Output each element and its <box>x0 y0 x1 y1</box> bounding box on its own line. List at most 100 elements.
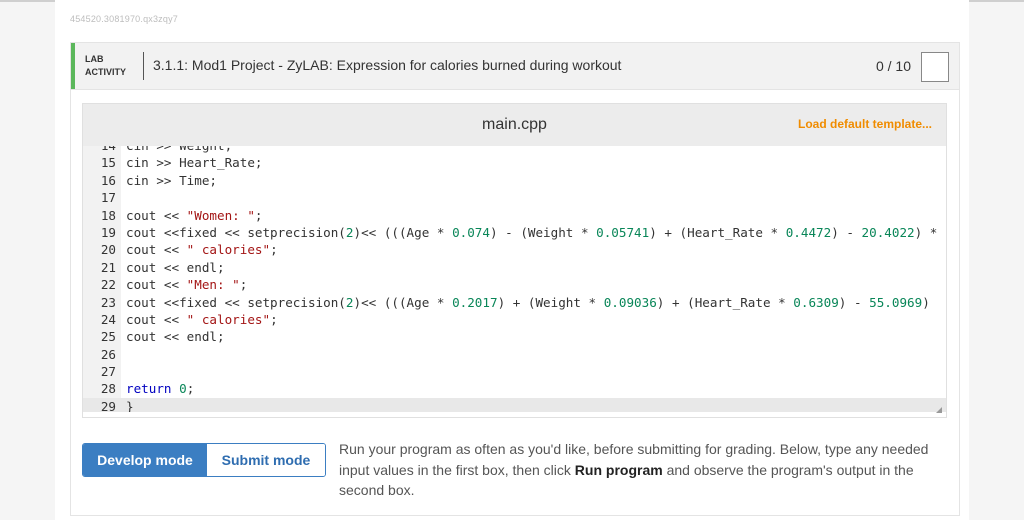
lab-header-divider <box>143 52 144 80</box>
page-content: 454520.3081970.qx3zqy7 LAB ACTIVITY 3.1.… <box>55 0 969 520</box>
code-token: " calories" <box>186 242 271 258</box>
mode-toggle: Develop mode Submit mode <box>82 443 326 477</box>
code-token: cout <<fixed << setprecision( <box>126 224 346 240</box>
editor-header: main.cpp Load default template... <box>83 104 946 146</box>
lab-tag-line2: ACTIVITY <box>85 67 127 77</box>
code-text: cin >> Time; <box>126 173 217 188</box>
line-number: 27 <box>100 364 116 380</box>
code-token: ) - <box>831 224 862 240</box>
code-line[interactable]: 15 cin >> Heart_Rate; <box>83 154 946 171</box>
line-number: 21 <box>100 259 116 275</box>
code-token: ) - (Weight * <box>489 224 597 240</box>
code-line[interactable]: 19 cout <<fixed << setprecision(2)<< (((A… <box>83 224 946 241</box>
code-token: 0 <box>179 381 187 397</box>
code-line[interactable]: 23 cout <<fixed << setprecision(2)<< (((A… <box>83 294 946 311</box>
line-number: 18 <box>100 207 116 223</box>
code-token: ; <box>270 242 278 258</box>
code-token: cout << endl; <box>126 329 225 345</box>
code-token: ) + (Heart_Rate * <box>656 294 794 310</box>
line-number: 28 <box>100 381 116 397</box>
code-token: 0.09036 <box>603 294 657 310</box>
hash-id: 454520.3081970.qx3zqy7 <box>70 14 178 24</box>
code-token: " calories" <box>186 311 271 327</box>
code-token: 20.4022 <box>861 224 915 240</box>
code-line[interactable]: 24 cout << " calories"; <box>83 311 946 328</box>
load-default-template-link[interactable]: Load default template... <box>798 117 932 131</box>
code-line[interactable]: 29} <box>83 397 946 412</box>
submit-mode-button[interactable]: Submit mode <box>207 444 325 476</box>
code-line[interactable]: 22 cout << "Men: "; <box>83 276 946 293</box>
code-token: ) * <box>914 224 938 240</box>
lab-tag-line1: LAB <box>85 54 104 64</box>
code-token: )<< (((Age * <box>353 294 453 310</box>
code-token: cout << <box>126 207 187 223</box>
code-token: ; <box>270 311 278 327</box>
code-area[interactable]: 14 cin >> Weight; 15 cin >> Heart_Rate; 16 ci… <box>83 146 946 412</box>
code-token: 0.074 <box>452 224 490 240</box>
code-text: cout << endl; <box>126 260 225 275</box>
develop-mode-button[interactable]: Develop mode <box>83 444 207 476</box>
code-token: cout <<fixed << setprecision( <box>126 294 346 310</box>
code-token: ; <box>186 381 195 397</box>
code-token: 55.0969 <box>869 294 923 310</box>
code-token: 0.4472 <box>785 224 832 240</box>
code-text: cout << " calories"; <box>126 312 278 327</box>
code-line[interactable]: 28 return 0; <box>83 380 946 397</box>
code-text: cout << "Women: "; <box>126 208 263 223</box>
completion-badge-icon <box>921 52 949 82</box>
lab-title: 3.1.1: Mod1 Project - ZyLAB: Expression … <box>153 57 622 73</box>
code-token: 0.2017 <box>452 294 498 310</box>
line-number: 14 <box>83 146 116 154</box>
code-token: "Men: " <box>186 277 240 293</box>
code-text: return 0; <box>126 381 194 396</box>
code-token: )<< (((Age * <box>353 224 453 240</box>
instructions-run-program: Run program <box>574 461 663 478</box>
code-token: ; <box>239 277 248 293</box>
line-number: 26 <box>100 346 116 362</box>
line-number: 25 <box>100 329 116 345</box>
code-token: ; <box>254 207 263 223</box>
line-number: 17 <box>100 190 116 206</box>
code-text: cout << endl; <box>126 329 225 344</box>
code-line[interactable]: 17 <box>83 189 946 206</box>
code-token: ) + (Heart_Rate * <box>649 224 786 240</box>
code-line[interactable]: 16 cin >> Time; <box>83 172 946 189</box>
code-token: 0.6309 <box>793 294 839 310</box>
code-text: cout << "Men: "; <box>126 277 247 292</box>
line-number: 15 <box>100 155 116 171</box>
code-text: cout <<fixed << setprecision(2)<< (((Age… <box>126 295 930 310</box>
code-editor[interactable]: main.cpp Load default template... 14 cin … <box>82 103 947 418</box>
code-token: 0.05741 <box>596 224 650 240</box>
lab-header: LAB ACTIVITY 3.1.1: Mod1 Project - ZyLAB… <box>71 43 959 90</box>
lab-activity: LAB ACTIVITY 3.1.1: Mod1 Project - ZyLAB… <box>70 42 960 516</box>
code-line[interactable]: 27 <box>83 363 946 380</box>
code-token: cin >> Time; <box>126 172 217 188</box>
code-line[interactable]: 14 cin >> Weight; <box>83 146 946 154</box>
code-line[interactable]: 20 cout << " calories"; <box>83 241 946 258</box>
line-number: 23 <box>100 294 116 310</box>
line-number: 22 <box>100 277 116 293</box>
code-token: cout << <box>126 311 187 327</box>
code-text: } <box>126 399 134 412</box>
code-token: ) <box>922 294 930 310</box>
lab-score: 0 / 10 <box>875 58 911 74</box>
code-token: ) - <box>838 294 870 310</box>
code-lines[interactable]: 14 cin >> Weight; 15 cin >> Heart_Rate; 16 ci… <box>83 146 946 412</box>
code-token: cout << <box>126 242 187 258</box>
code-line[interactable]: 21 cout << endl; <box>83 259 946 276</box>
line-number: 29 <box>100 398 116 412</box>
code-token: } <box>126 398 134 412</box>
code-line[interactable]: 25 cout << endl; <box>83 328 946 345</box>
code-text: cin >> Weight; <box>126 146 232 153</box>
code-token: return <box>126 381 172 397</box>
line-number: 20 <box>100 242 116 258</box>
code-token: cout << <box>126 277 187 293</box>
code-line[interactable]: 26 <box>83 346 946 363</box>
lab-tag: LAB ACTIVITY <box>85 53 126 79</box>
code-text: cout <<fixed << setprecision(2)<< (((Age… <box>126 225 937 240</box>
code-line[interactable]: 18 cout << "Women: "; <box>83 207 946 224</box>
code-text: cin >> Heart_Rate; <box>126 155 262 170</box>
line-number: 16 <box>100 172 116 188</box>
resize-handle-icon[interactable] <box>936 407 942 413</box>
